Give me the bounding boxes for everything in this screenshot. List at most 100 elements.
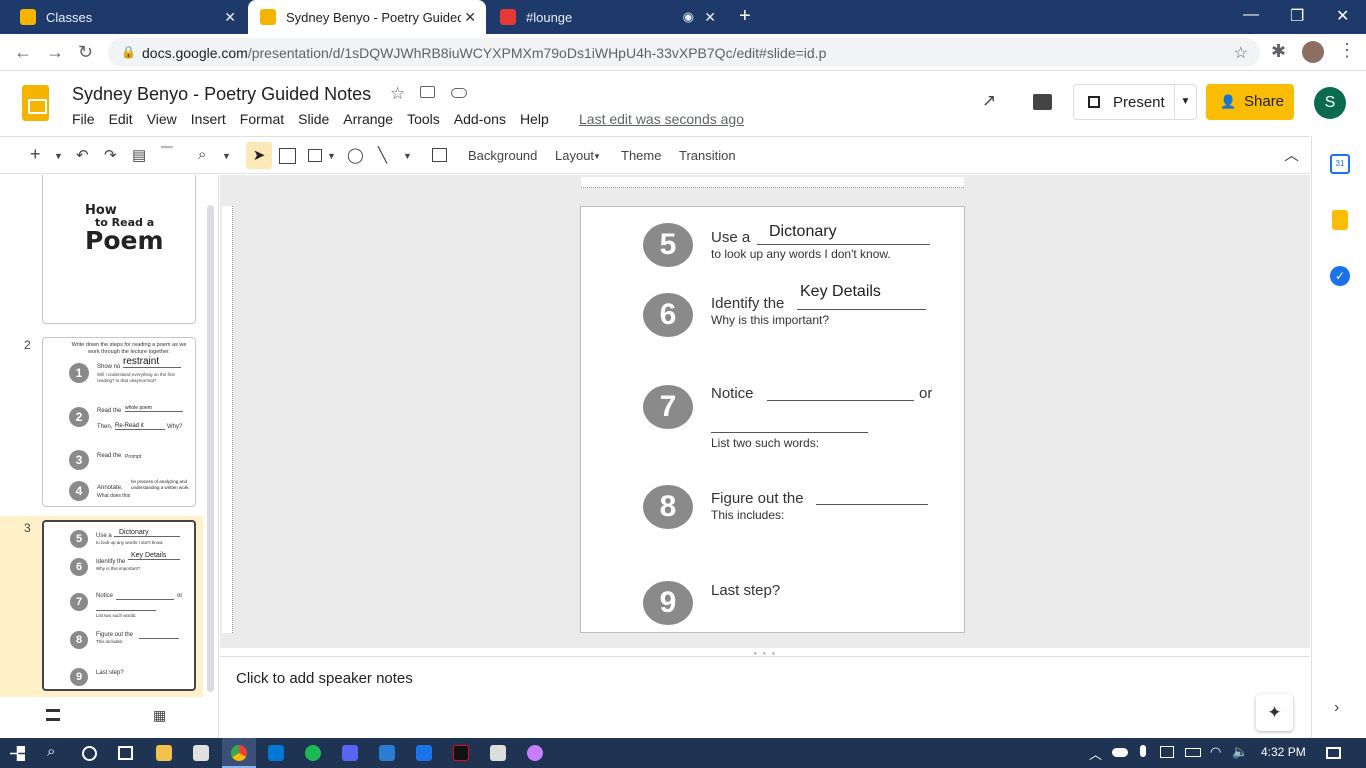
speaker-notes[interactable]: Click to add speaker notes ✦ bbox=[220, 656, 1310, 738]
star-icon[interactable]: ☆ bbox=[1234, 43, 1248, 63]
zoom-icon[interactable]: ⌕ bbox=[198, 146, 206, 163]
instagram-icon[interactable] bbox=[416, 745, 432, 761]
shape-icon[interactable]: ◯ bbox=[347, 146, 364, 164]
account-avatar[interactable]: S bbox=[1314, 87, 1346, 119]
step-5-answer[interactable]: Dictonary bbox=[757, 223, 930, 245]
keep-icon[interactable] bbox=[1332, 210, 1348, 230]
onedrive-icon[interactable] bbox=[1112, 748, 1128, 757]
grid-view-icon[interactable]: ▦ bbox=[153, 707, 166, 724]
text-box-icon[interactable] bbox=[279, 148, 296, 164]
volume-icon[interactable]: 🔈 bbox=[1232, 744, 1248, 760]
restore-icon[interactable]: ❐ bbox=[1290, 6, 1304, 26]
line-dropdown-icon[interactable]: ▼ bbox=[403, 151, 412, 161]
menu-slide[interactable]: Slide bbox=[298, 111, 329, 127]
slide-thumbnail-1[interactable]: How to Read a Poem bbox=[42, 175, 196, 324]
battery-icon[interactable] bbox=[1185, 748, 1201, 757]
filmstrip-view-icon[interactable] bbox=[46, 709, 60, 721]
mail-icon[interactable] bbox=[268, 745, 284, 761]
slide-3[interactable]: 5 Use a Dictonary to look up any words I… bbox=[580, 206, 965, 633]
expand-panel-icon[interactable]: › bbox=[1334, 699, 1339, 717]
line-icon[interactable]: ╲ bbox=[378, 146, 387, 164]
chrome-icon[interactable] bbox=[231, 745, 247, 761]
menu-format[interactable]: Format bbox=[240, 111, 284, 127]
menu-insert[interactable]: Insert bbox=[191, 111, 226, 127]
microphone-icon[interactable] bbox=[1140, 745, 1146, 757]
more-icon[interactable]: ⋮ bbox=[1338, 40, 1356, 61]
slides-logo-icon[interactable] bbox=[22, 85, 49, 121]
taskbar-clock[interactable]: 4:32 PM bbox=[1261, 745, 1306, 759]
menu-addons[interactable]: Add-ons bbox=[454, 111, 506, 127]
transition-button[interactable]: Transition bbox=[679, 148, 736, 163]
forward-icon[interactable]: → bbox=[46, 42, 64, 63]
tab-slides[interactable]: Sydney Benyo - Poetry Guided N ✕ bbox=[248, 0, 486, 34]
menu-help[interactable]: Help bbox=[520, 111, 549, 127]
step-6-answer[interactable]: Key Details bbox=[797, 283, 926, 310]
present-button[interactable]: Present ▼ bbox=[1073, 84, 1197, 120]
comments-icon[interactable] bbox=[1033, 94, 1052, 110]
select-tool-icon[interactable]: ➤ bbox=[246, 142, 272, 169]
calendar-icon[interactable]: 31 bbox=[1330, 154, 1350, 174]
netflix-icon[interactable] bbox=[453, 745, 469, 761]
collapse-toolbar-icon[interactable]: ︿ bbox=[1284, 144, 1299, 165]
background-button[interactable]: Background bbox=[468, 148, 537, 163]
notifications-icon[interactable] bbox=[1326, 747, 1341, 759]
move-folder-icon[interactable] bbox=[420, 86, 435, 98]
tab-classes[interactable]: Classes ✕ bbox=[8, 0, 246, 34]
menu-arrange[interactable]: Arrange bbox=[343, 111, 393, 127]
share-button[interactable]: 👤 Share bbox=[1206, 84, 1294, 120]
app-icon[interactable] bbox=[490, 745, 506, 761]
new-slide-dropdown-icon[interactable]: ▼ bbox=[54, 151, 63, 161]
layout-dropdown-icon[interactable]: ▼ bbox=[593, 152, 601, 161]
menu-view[interactable]: View bbox=[147, 111, 177, 127]
profile-avatar[interactable] bbox=[1302, 41, 1324, 63]
reload-icon[interactable]: ↻ bbox=[78, 42, 93, 63]
filmstrip-scrollbar[interactable] bbox=[207, 205, 214, 692]
new-tab-icon[interactable]: + bbox=[739, 5, 751, 28]
task-view-icon[interactable] bbox=[118, 746, 133, 760]
spotify-icon[interactable] bbox=[305, 745, 321, 761]
search-icon[interactable]: ⌕ bbox=[47, 743, 55, 760]
url-field[interactable]: 🔒 docs.google.com/presentation/d/1sDQWJW… bbox=[108, 38, 1260, 67]
image-dropdown-icon[interactable]: ▼ bbox=[327, 151, 336, 161]
layout-button[interactable]: Layout bbox=[555, 148, 594, 163]
paint-format-icon[interactable]: ▔ bbox=[161, 146, 173, 164]
menu-edit[interactable]: Edit bbox=[109, 111, 133, 127]
comment-add-icon[interactable] bbox=[432, 148, 447, 162]
file-explorer-icon[interactable] bbox=[156, 745, 172, 761]
slide-thumbnail-3-selected[interactable]: 5 Use a Dictonary to look up any words I… bbox=[42, 520, 196, 691]
close-icon[interactable]: ✕ bbox=[464, 9, 476, 26]
close-icon[interactable]: ✕ bbox=[224, 9, 236, 26]
menu-tools[interactable]: Tools bbox=[407, 111, 440, 127]
tab-lounge[interactable]: #lounge ◉ ✕ bbox=[488, 0, 726, 34]
teams-icon[interactable] bbox=[379, 745, 395, 761]
store-icon[interactable] bbox=[193, 745, 209, 761]
close-icon[interactable]: ✕ bbox=[704, 9, 716, 26]
extensions-icon[interactable]: ✱ bbox=[1271, 41, 1286, 62]
tasks-icon[interactable]: ✓ bbox=[1330, 266, 1350, 286]
windows-start-icon[interactable] bbox=[10, 746, 25, 761]
new-slide-icon[interactable]: + bbox=[30, 144, 41, 165]
tray-chevron-icon[interactable]: ︿ bbox=[1089, 744, 1102, 763]
undo-icon[interactable]: ↶ bbox=[76, 146, 89, 164]
discord-icon[interactable] bbox=[342, 745, 358, 761]
document-title[interactable]: Sydney Benyo - Poetry Guided Notes bbox=[72, 84, 371, 105]
last-edit-link[interactable]: Last edit was seconds ago bbox=[579, 111, 744, 127]
redo-icon[interactable]: ↷ bbox=[104, 146, 117, 164]
present-dropdown[interactable]: ▼ bbox=[1174, 85, 1196, 119]
slide-thumbnail-2[interactable]: Write down the steps for reading a poem … bbox=[42, 337, 196, 507]
theme-button[interactable]: Theme bbox=[621, 148, 661, 163]
app-icon-2[interactable] bbox=[527, 745, 543, 761]
minimize-icon[interactable]: — bbox=[1243, 6, 1259, 24]
activity-trend-icon[interactable]: ↗ bbox=[982, 91, 996, 111]
close-window-icon[interactable]: ✕ bbox=[1336, 6, 1349, 26]
meet-icon[interactable] bbox=[1160, 746, 1174, 758]
cloud-status-icon[interactable] bbox=[451, 88, 467, 98]
print-icon[interactable]: ▤ bbox=[132, 146, 146, 164]
wifi-icon[interactable]: ◠ bbox=[1210, 744, 1221, 760]
zoom-dropdown-icon[interactable]: ▼ bbox=[222, 151, 231, 161]
explore-icon[interactable]: ✦ bbox=[1256, 694, 1293, 731]
menu-file[interactable]: File bbox=[72, 111, 95, 127]
cortana-icon[interactable] bbox=[82, 746, 97, 761]
image-icon[interactable] bbox=[308, 149, 322, 162]
back-icon[interactable]: ← bbox=[14, 42, 32, 63]
